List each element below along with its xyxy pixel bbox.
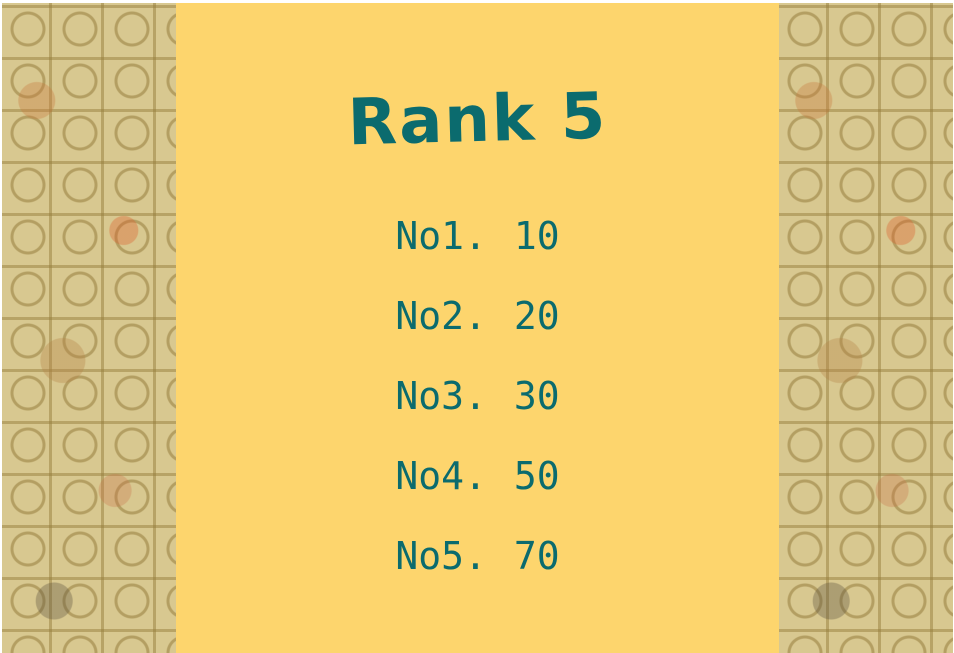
rank-label: No3. bbox=[395, 374, 487, 418]
game-screen: Rank 5 No1. 10 No2. 20 No3. 30 No4. 50 N… bbox=[0, 0, 954, 653]
right-puzzle-border bbox=[779, 3, 953, 653]
rank-label: No5. bbox=[395, 534, 487, 578]
ranking-row-5: No5. 70 bbox=[176, 531, 779, 611]
rank-score: 30 bbox=[513, 374, 560, 418]
rank-panel: Rank 5 No1. 10 No2. 20 No3. 30 No4. 50 N… bbox=[176, 3, 779, 653]
rank-label: No4. bbox=[395, 454, 487, 498]
ranking-row-2: No2. 20 bbox=[176, 291, 779, 371]
rank-label: No2. bbox=[395, 294, 487, 338]
ranking-row-1: No1. 10 bbox=[176, 211, 779, 291]
ranking-row-4: No4. 50 bbox=[176, 451, 779, 531]
ranking-row-3: No3. 30 bbox=[176, 371, 779, 451]
ranking-list: No1. 10 No2. 20 No3. 30 No4. 50 No5. 70 bbox=[176, 211, 779, 611]
left-puzzle-border bbox=[2, 3, 176, 653]
rank-score: 10 bbox=[513, 214, 560, 258]
rank-label: No1. bbox=[395, 214, 487, 258]
rank-score: 70 bbox=[513, 534, 560, 578]
rank-title: Rank 5 bbox=[346, 79, 609, 161]
rank-score: 50 bbox=[513, 454, 560, 498]
rank-score: 20 bbox=[513, 294, 560, 338]
